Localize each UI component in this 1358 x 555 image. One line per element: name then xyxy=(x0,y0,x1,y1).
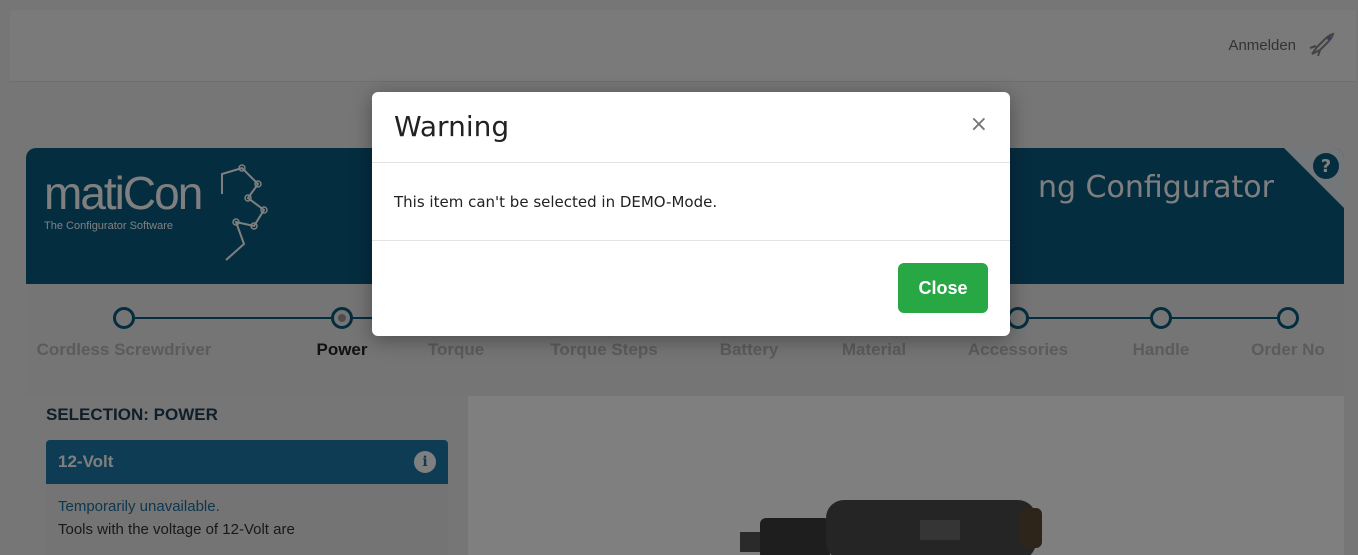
dialog-footer: Close xyxy=(372,241,1010,335)
close-button[interactable]: Close xyxy=(898,263,988,313)
warning-dialog: Warning × This item can't be selected in… xyxy=(372,92,1010,336)
dialog-title: Warning xyxy=(394,110,510,143)
close-icon[interactable]: × xyxy=(970,112,988,137)
dialog-message: This item can't be selected in DEMO-Mode… xyxy=(372,163,1010,241)
dialog-header: Warning × xyxy=(372,92,1010,163)
